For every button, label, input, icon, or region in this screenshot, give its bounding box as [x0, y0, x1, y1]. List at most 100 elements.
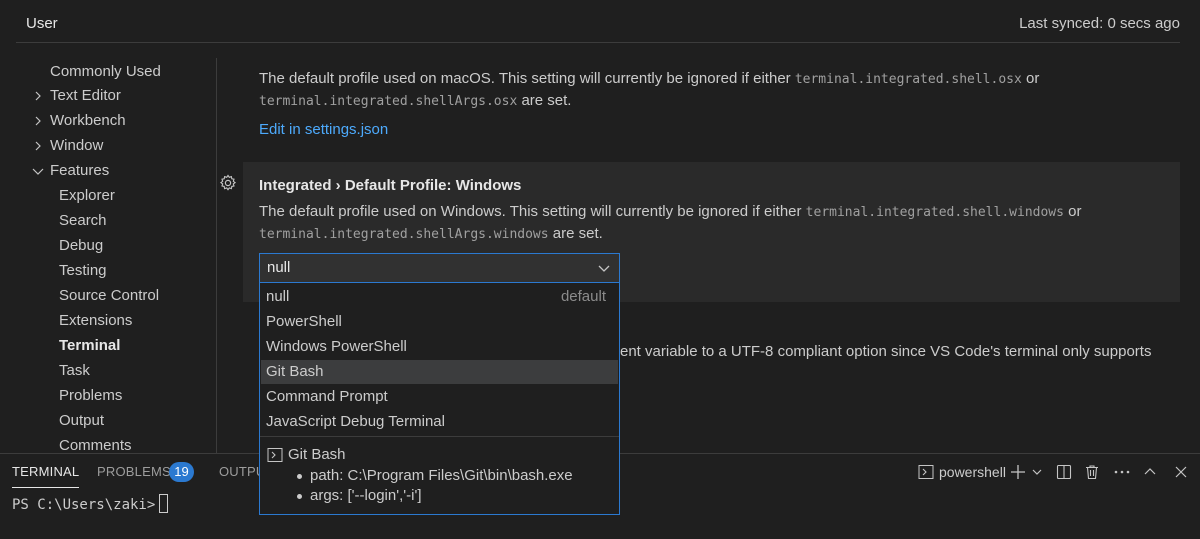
toc-item-label: Commonly Used: [50, 63, 161, 80]
previous-setting-title-remnant: [259, 47, 319, 53]
code-setting-shellargs-windows[interactable]: terminal.integrated.shellArgs.windows: [259, 227, 549, 242]
dropdown-option-git-bash[interactable]: Git Bash: [261, 360, 618, 384]
setting-name: Default Profile: Windows: [344, 177, 522, 194]
setting-title-default-profile-windows: Integrated › Default Profile: Windows: [259, 177, 521, 194]
toc-item-label: Task: [59, 362, 90, 379]
terminal-name: powershell: [939, 464, 1006, 480]
toc-item-output[interactable]: Output: [59, 409, 104, 433]
description-path: path: C:\Program Files\Git\bin\bash.exe: [295, 466, 613, 486]
toc-item-workbench[interactable]: Workbench: [50, 109, 126, 133]
chevron-right-icon: [32, 109, 44, 133]
desc-text: The default profile used on macOS. This …: [259, 70, 795, 87]
problems-count-badge: 19: [169, 462, 194, 482]
default-profile-dropdown: null default PowerShell Windows PowerShe…: [259, 282, 620, 515]
code-setting-shell-windows[interactable]: terminal.integrated.shell.windows: [806, 205, 1064, 220]
code-setting-shellargs-osx[interactable]: terminal.integrated.shellArgs.osx: [259, 94, 517, 109]
dropdown-option-windows-powershell[interactable]: Windows PowerShell: [261, 335, 618, 359]
partially-hidden-description: ent variable to a UTF-8 compliant option…: [620, 343, 1152, 360]
terminal-prompt-line[interactable]: PS C:\Users\zaki>: [12, 494, 169, 513]
desc-text: The default profile used on Windows. Thi…: [259, 203, 806, 220]
terminal-launch-profile-button[interactable]: [1032, 462, 1042, 482]
toc-item-label: Output: [59, 412, 105, 429]
kill-terminal-button[interactable]: [1084, 462, 1100, 482]
option-label: null: [266, 288, 290, 305]
select-value: null: [267, 259, 291, 276]
toc-item-comments[interactable]: Comments: [59, 434, 132, 453]
toc-item-source-control[interactable]: Source Control: [59, 284, 159, 308]
toc-item-testing[interactable]: Testing: [59, 259, 107, 283]
toc-item-label: Explorer: [59, 187, 115, 204]
terminal-prompt: PS C:\Users\zaki>: [12, 497, 156, 513]
toc-item-label: Debug: [59, 237, 104, 254]
description-title-text: Git Bash: [288, 446, 346, 463]
toc-item-label: Extensions: [59, 312, 133, 329]
toc-item-problems[interactable]: Problems: [59, 384, 122, 408]
gear-icon[interactable]: [219, 174, 241, 196]
dropdown-option-javascript-debug-terminal[interactable]: JavaScript Debug Terminal: [261, 410, 618, 434]
terminal-icon: [267, 447, 283, 463]
toc-item-terminal[interactable]: Terminal: [59, 334, 120, 358]
toc-item-window[interactable]: Window: [50, 134, 103, 158]
panel-tab-problems[interactable]: PROBLEMS: [97, 454, 171, 490]
toc-item-text-editor[interactable]: Text Editor: [50, 84, 121, 108]
toc-item-label: Workbench: [50, 112, 126, 129]
dropdown-option-null[interactable]: null default: [261, 285, 618, 309]
terminal-icon: [918, 464, 934, 480]
desc-text: are set.: [517, 92, 572, 109]
toc-item-debug[interactable]: Debug: [59, 234, 103, 258]
setting-description-windows: The default profile used on Windows. Thi…: [259, 201, 1159, 245]
more-actions-button[interactable]: [1113, 462, 1131, 482]
toc-item-label: Window: [50, 137, 104, 154]
description-title: Git Bash: [267, 444, 613, 466]
terminal-cursor: [159, 494, 169, 513]
chevron-down-icon: [1032, 467, 1042, 477]
split-terminal-button[interactable]: [1056, 462, 1072, 482]
option-label: Git Bash: [266, 363, 324, 380]
code-setting-shell-osx[interactable]: terminal.integrated.shell.osx: [795, 72, 1022, 87]
toc-item-extensions[interactable]: Extensions: [59, 309, 132, 333]
maximize-panel-button[interactable]: [1143, 462, 1157, 482]
toc-item-label: Search: [59, 212, 107, 229]
default-profile-select[interactable]: null: [259, 253, 620, 282]
desc-text: or: [1063, 203, 1082, 220]
close-icon: [1174, 465, 1188, 479]
toc-item-task[interactable]: Task: [59, 359, 90, 383]
chevron-right-icon: [32, 84, 44, 108]
option-label: JavaScript Debug Terminal: [266, 413, 445, 430]
toc-item-features[interactable]: Features: [50, 159, 109, 183]
option-label: Command Prompt: [266, 388, 388, 405]
tab-user[interactable]: User: [16, 7, 68, 43]
plus-icon: [1010, 464, 1026, 480]
new-terminal-button[interactable]: [1010, 462, 1026, 482]
panel-tab-terminal[interactable]: TERMINAL: [12, 454, 80, 488]
edit-in-settings-json-link[interactable]: Edit in settings.json: [259, 121, 388, 138]
toc-item-label: Terminal: [59, 337, 121, 354]
toc-item-search[interactable]: Search: [59, 209, 107, 233]
toc-item-commonly-used[interactable]: Commonly Used: [50, 60, 161, 84]
chevron-right-icon: [32, 134, 44, 158]
dropdown-option-powershell[interactable]: PowerShell: [261, 310, 618, 334]
dropdown-option-command-prompt[interactable]: Command Prompt: [261, 385, 618, 409]
last-synced-status: Last synced: 0 secs ago: [1019, 15, 1180, 32]
dropdown-separator: [260, 436, 619, 437]
close-panel-button[interactable]: [1174, 462, 1188, 482]
option-label: Windows PowerShell: [266, 338, 407, 355]
option-default-hint: default: [560, 288, 606, 305]
toc-item-label: Testing: [59, 262, 107, 279]
split-icon: [1056, 464, 1072, 480]
dropdown-option-description: Git Bash path: C:\Program Files\Git\bin\…: [267, 444, 613, 506]
terminal-instance-selector[interactable]: powershell: [918, 462, 1006, 482]
chevron-down-icon: [597, 261, 611, 275]
toc-item-label: Source Control: [59, 287, 160, 304]
toc-item-explorer[interactable]: Explorer: [59, 184, 115, 208]
description-args: args: ['--login','-i']: [295, 486, 613, 506]
ellipsis-icon: [1113, 464, 1131, 480]
toc-item-label: Features: [50, 162, 110, 179]
chevron-up-icon: [1143, 465, 1157, 479]
option-label: PowerShell: [266, 313, 342, 330]
settings-toc: Commonly Used Text Editor Workbench Wind…: [0, 58, 216, 453]
toc-item-label: Problems: [59, 387, 123, 404]
description-list: path: C:\Program Files\Git\bin\bash.exe …: [267, 466, 613, 506]
setting-category: Integrated ›: [259, 177, 345, 194]
desc-text: or: [1021, 70, 1040, 87]
